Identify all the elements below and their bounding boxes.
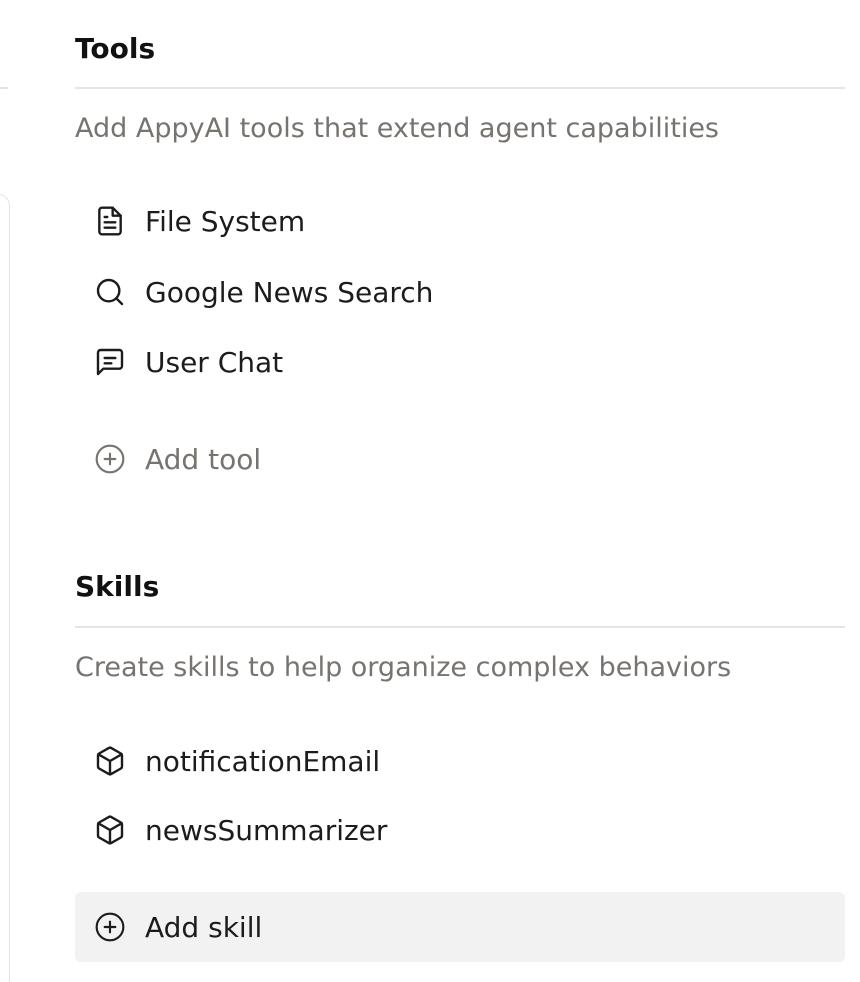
tools-skills-panel: Tools Add AppyAI tools that extend agent…	[0, 0, 860, 982]
tools-divider	[75, 87, 845, 89]
skills-divider	[75, 626, 845, 628]
tools-description: Add AppyAI tools that extend agent capab…	[75, 113, 719, 144]
add-skill-label: Add skill	[145, 910, 263, 944]
tools-title: Tools	[75, 32, 156, 65]
add-tool-label: Add tool	[145, 442, 262, 476]
tool-label: File System	[145, 204, 306, 238]
adjacent-divider	[0, 87, 8, 89]
adjacent-panel-edge	[0, 194, 10, 982]
tools-section: Tools Add AppyAI tools that extend agent…	[75, 29, 845, 476]
skill-item-notification-email[interactable]: notificationEmail	[75, 731, 845, 791]
skill-item-news-summarizer[interactable]: newsSummarizer	[75, 800, 845, 860]
file-text-icon	[94, 205, 126, 237]
box-icon	[94, 745, 126, 777]
skills-section: Skills Create skills to help organize co…	[75, 567, 845, 962]
add-skill-button[interactable]: Add skill	[75, 892, 845, 962]
plus-circle-icon	[94, 443, 126, 475]
tool-item-google-news-search[interactable]: Google News Search	[75, 262, 845, 322]
tool-label: User Chat	[145, 345, 284, 379]
tool-item-file-system[interactable]: File System	[75, 191, 845, 251]
skill-label: newsSummarizer	[145, 813, 388, 847]
plus-circle-icon	[94, 911, 126, 943]
skill-label: notificationEmail	[145, 744, 381, 778]
tool-label: Google News Search	[145, 275, 434, 309]
search-icon	[94, 276, 126, 308]
box-icon	[94, 814, 126, 846]
skills-title: Skills	[75, 570, 160, 603]
message-square-icon	[94, 346, 126, 378]
tool-item-user-chat[interactable]: User Chat	[75, 332, 845, 392]
skills-description: Create skills to help organize complex b…	[75, 652, 732, 683]
add-tool-button[interactable]: Add tool	[75, 429, 845, 489]
